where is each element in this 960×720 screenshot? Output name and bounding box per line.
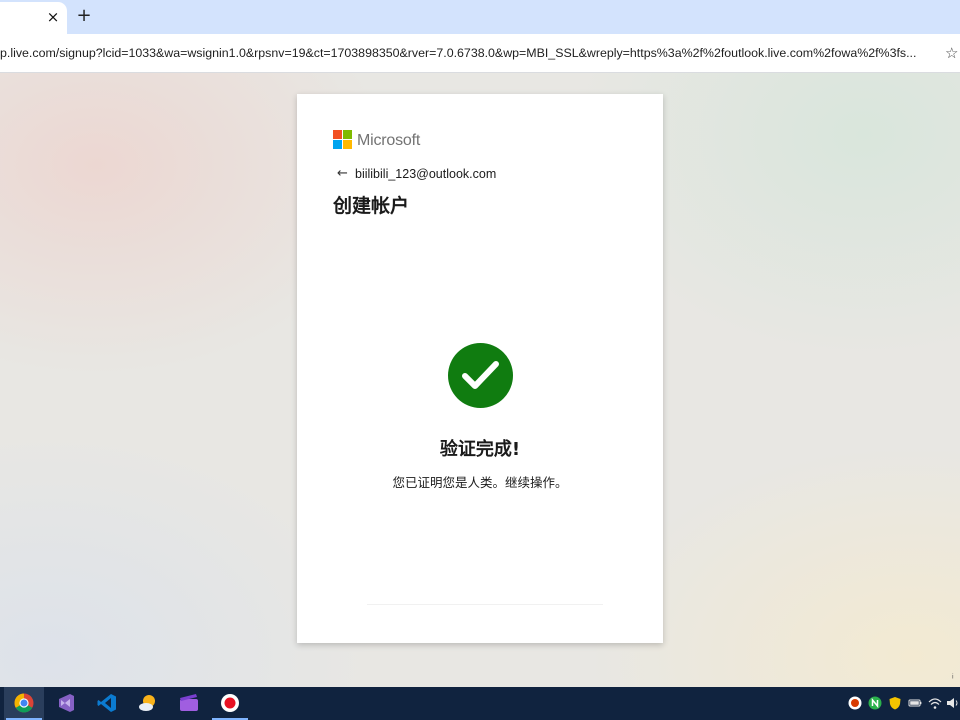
- signup-card: Microsoft ← biilibili_123@outlook.com 创建…: [297, 94, 663, 643]
- divider: [367, 604, 603, 605]
- address-bar[interactable]: p.live.com/signup?lcid=1033&wa=wsignin1.…: [0, 44, 940, 62]
- battery-icon[interactable]: [908, 696, 922, 710]
- taskbar-weather[interactable]: [128, 687, 168, 720]
- browser-toolbar: p.live.com/signup?lcid=1033&wa=wsignin1.…: [0, 34, 960, 73]
- browser-tab-strip: × +: [0, 0, 960, 34]
- back-arrow-icon[interactable]: ←: [337, 165, 351, 183]
- taskbar-chrome[interactable]: [4, 687, 44, 720]
- page-background: Microsoft ← biilibili_123@outlook.com 创建…: [0, 73, 960, 687]
- taskbar-vscode[interactable]: [87, 687, 127, 720]
- verification-title: 验证完成!: [439, 439, 521, 460]
- new-tab-button[interactable]: +: [74, 5, 94, 27]
- record-icon[interactable]: [848, 696, 862, 710]
- system-tray: [840, 687, 960, 720]
- taskbar-video-editor[interactable]: [169, 687, 209, 720]
- vscode-icon: [97, 694, 116, 712]
- success-check-icon: [448, 343, 513, 408]
- screen-recorder-icon: [221, 694, 239, 712]
- bookmark-star-icon[interactable]: ☆: [945, 44, 960, 62]
- taskbar-visual-studio[interactable]: [46, 687, 86, 720]
- volume-icon[interactable]: [946, 696, 960, 710]
- corner-mark: ᵢ: [952, 670, 954, 681]
- screen: × + p.live.com/signup?lcid=1033&wa=wsign…: [0, 0, 960, 720]
- visual-studio-icon: [59, 694, 74, 712]
- page-title: 创建帐户: [333, 195, 410, 217]
- verification-message: 您已证明您是人类。继续操作。: [392, 475, 568, 490]
- wifi-icon[interactable]: [928, 696, 942, 710]
- weather-icon: [139, 695, 155, 711]
- chrome-icon: [14, 693, 34, 713]
- security-shield-icon[interactable]: [888, 696, 902, 710]
- taskbar-screen-recorder[interactable]: [210, 687, 250, 720]
- microsoft-logo-icon: [333, 130, 353, 150]
- close-tab-icon[interactable]: ×: [44, 8, 62, 26]
- account-email: biilibili_123@outlook.com: [355, 167, 497, 181]
- brand-name: Microsoft: [357, 132, 421, 149]
- windows-taskbar: [0, 687, 960, 720]
- video-editor-icon: [180, 694, 198, 711]
- active-tab[interactable]: ×: [0, 2, 67, 34]
- network-app-icon[interactable]: [868, 696, 882, 710]
